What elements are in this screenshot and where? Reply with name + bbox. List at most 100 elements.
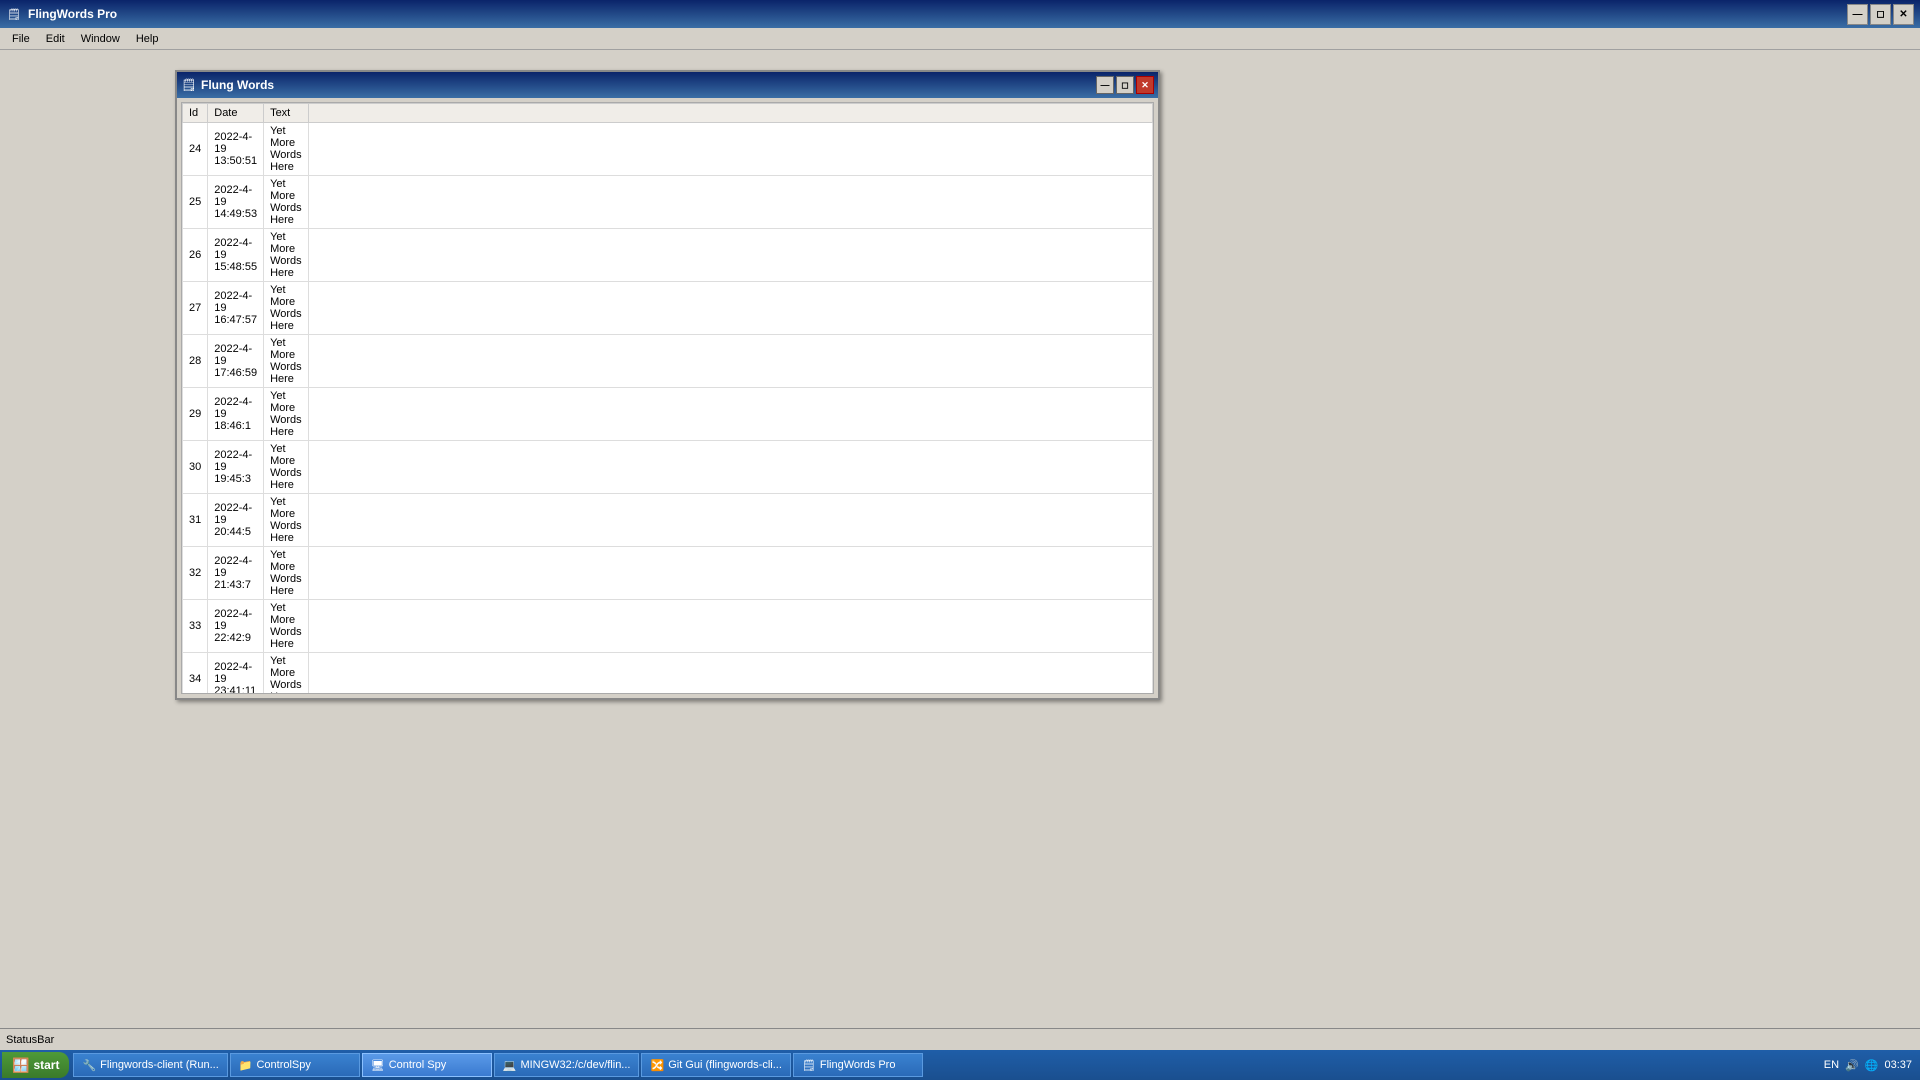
taskbar-item-5[interactable]: 🗒 FlingWords Pro: [793, 1053, 923, 1077]
table-row[interactable]: 292022-4-19 18:46:1Yet More Words Here: [183, 388, 1153, 441]
table-row[interactable]: 312022-4-19 20:44:5Yet More Words Here: [183, 494, 1153, 547]
status-text: StatusBar: [6, 1034, 54, 1046]
cell-extra: [308, 282, 1152, 335]
taskbar-tray: EN 🔊 🌐 03:37: [1818, 1059, 1918, 1072]
table-row[interactable]: 282022-4-19 17:46:59Yet More Words Here: [183, 335, 1153, 388]
taskbar-item-label-5: FlingWords Pro: [820, 1059, 896, 1071]
grid-scroll-area[interactable]: Id Date Text 242022-4-19 13:50:51Yet Mor…: [182, 103, 1153, 693]
restore-button[interactable]: ◻: [1870, 4, 1891, 25]
taskbar-item-2[interactable]: 🖥 Control Spy: [362, 1053, 492, 1077]
menu-edit[interactable]: Edit: [38, 31, 73, 47]
cell-text: Yet More Words Here: [264, 441, 309, 494]
cell-id: 32: [183, 547, 208, 600]
taskbar-item-3[interactable]: 💻 MINGW32:/c/dev/flin...: [494, 1053, 640, 1077]
close-button[interactable]: ✕: [1893, 4, 1914, 25]
data-table: Id Date Text 242022-4-19 13:50:51Yet Mor…: [182, 103, 1153, 693]
cell-id: 31: [183, 494, 208, 547]
cell-date: 2022-4-19 15:48:55: [208, 229, 264, 282]
menu-help[interactable]: Help: [128, 31, 167, 47]
inner-minimize-button[interactable]: —: [1096, 76, 1114, 94]
cell-extra: [308, 123, 1152, 176]
cell-extra: [308, 176, 1152, 229]
taskbar-item-label-4: Git Gui (flingwords-cli...: [668, 1059, 782, 1071]
taskbar-item-icon-3: 💻: [503, 1059, 517, 1072]
cell-extra: [308, 388, 1152, 441]
cell-text: Yet More Words Here: [264, 176, 309, 229]
cell-text: Yet More Words Here: [264, 229, 309, 282]
start-icon: 🪟: [12, 1057, 29, 1074]
cell-text: Yet More Words Here: [264, 547, 309, 600]
app-icon: 🗒: [6, 6, 22, 22]
col-header-date: Date: [208, 104, 264, 123]
cell-id: 25: [183, 176, 208, 229]
cell-date: 2022-4-19 23:41:11: [208, 653, 264, 694]
table-row[interactable]: 342022-4-19 23:41:11Yet More Words Here: [183, 653, 1153, 694]
table-row[interactable]: 322022-4-19 21:43:7Yet More Words Here: [183, 547, 1153, 600]
cell-id: 28: [183, 335, 208, 388]
inner-window-icon: 🗒: [181, 77, 197, 93]
start-label: start: [33, 1058, 59, 1072]
cell-date: 2022-4-19 13:50:51: [208, 123, 264, 176]
table-row[interactable]: 252022-4-19 14:49:53Yet More Words Here: [183, 176, 1153, 229]
menu-bar: File Edit Window Help: [0, 28, 1920, 50]
cell-id: 24: [183, 123, 208, 176]
inner-window: 🗒 Flung Words — ◻ ✕ Id Date Text: [175, 70, 1160, 700]
table-row[interactable]: 302022-4-19 19:45:3Yet More Words Here: [183, 441, 1153, 494]
cell-id: 33: [183, 600, 208, 653]
start-button[interactable]: 🪟 start: [2, 1052, 69, 1078]
cell-id: 27: [183, 282, 208, 335]
cell-date: 2022-4-19 17:46:59: [208, 335, 264, 388]
cell-id: 30: [183, 441, 208, 494]
inner-title-buttons: — ◻ ✕: [1096, 76, 1154, 94]
inner-window-title: Flung Words: [201, 78, 1096, 92]
workspace: 🗒 Flung Words — ◻ ✕ Id Date Text: [0, 50, 1920, 1022]
cell-text: Yet More Words Here: [264, 653, 309, 694]
cell-text: Yet More Words Here: [264, 335, 309, 388]
table-row[interactable]: 272022-4-19 16:47:57Yet More Words Here: [183, 282, 1153, 335]
inner-close-button[interactable]: ✕: [1136, 76, 1154, 94]
col-header-id: Id: [183, 104, 208, 123]
table-row[interactable]: 332022-4-19 22:42:9Yet More Words Here: [183, 600, 1153, 653]
tray-icon-network: 🌐: [1865, 1059, 1879, 1072]
cell-date: 2022-4-19 22:42:9: [208, 600, 264, 653]
cell-extra: [308, 547, 1152, 600]
status-bar: StatusBar: [0, 1028, 1920, 1050]
language-indicator: EN: [1824, 1059, 1839, 1071]
taskbar-item-icon-4: 🔀: [650, 1059, 664, 1072]
menu-window[interactable]: Window: [73, 31, 128, 47]
table-row[interactable]: 262022-4-19 15:48:55Yet More Words Here: [183, 229, 1153, 282]
taskbar-item-icon-2: 🖥: [371, 1059, 385, 1072]
cell-text: Yet More Words Here: [264, 123, 309, 176]
taskbar-item-label-2: Control Spy: [389, 1059, 446, 1071]
minimize-button[interactable]: —: [1847, 4, 1868, 25]
cell-text: Yet More Words Here: [264, 600, 309, 653]
taskbar-item-1[interactable]: 📁 ControlSpy: [230, 1053, 360, 1077]
cell-date: 2022-4-19 14:49:53: [208, 176, 264, 229]
taskbar-item-4[interactable]: 🔀 Git Gui (flingwords-cli...: [641, 1053, 790, 1077]
taskbar-item-label-1: ControlSpy: [256, 1059, 310, 1071]
taskbar-item-icon-0: 🔧: [82, 1059, 96, 1072]
cell-text: Yet More Words Here: [264, 388, 309, 441]
app-title: FlingWords Pro: [28, 7, 1847, 21]
cell-date: 2022-4-19 21:43:7: [208, 547, 264, 600]
cell-id: 29: [183, 388, 208, 441]
cell-id: 34: [183, 653, 208, 694]
col-header-extra: [308, 104, 1152, 123]
cell-extra: [308, 335, 1152, 388]
taskbar-item-0[interactable]: 🔧 Flingwords-client (Run...: [73, 1053, 227, 1077]
cell-extra: [308, 229, 1152, 282]
tray-icon-sound: 🔊: [1845, 1059, 1859, 1072]
col-header-text: Text: [264, 104, 309, 123]
cell-id: 26: [183, 229, 208, 282]
inner-maximize-button[interactable]: ◻: [1116, 76, 1134, 94]
taskbar-item-icon-1: 📁: [239, 1059, 253, 1072]
cell-text: Yet More Words Here: [264, 494, 309, 547]
table-row[interactable]: 242022-4-19 13:50:51Yet More Words Here: [183, 123, 1153, 176]
cell-extra: [308, 441, 1152, 494]
cell-extra: [308, 600, 1152, 653]
clock: 03:37: [1884, 1059, 1912, 1071]
taskbar-items: 🔧 Flingwords-client (Run... 📁 ControlSpy…: [71, 1053, 1815, 1077]
cell-text: Yet More Words Here: [264, 282, 309, 335]
menu-file[interactable]: File: [4, 31, 38, 47]
app-title-bar: 🗒 FlingWords Pro — ◻ ✕: [0, 0, 1920, 28]
